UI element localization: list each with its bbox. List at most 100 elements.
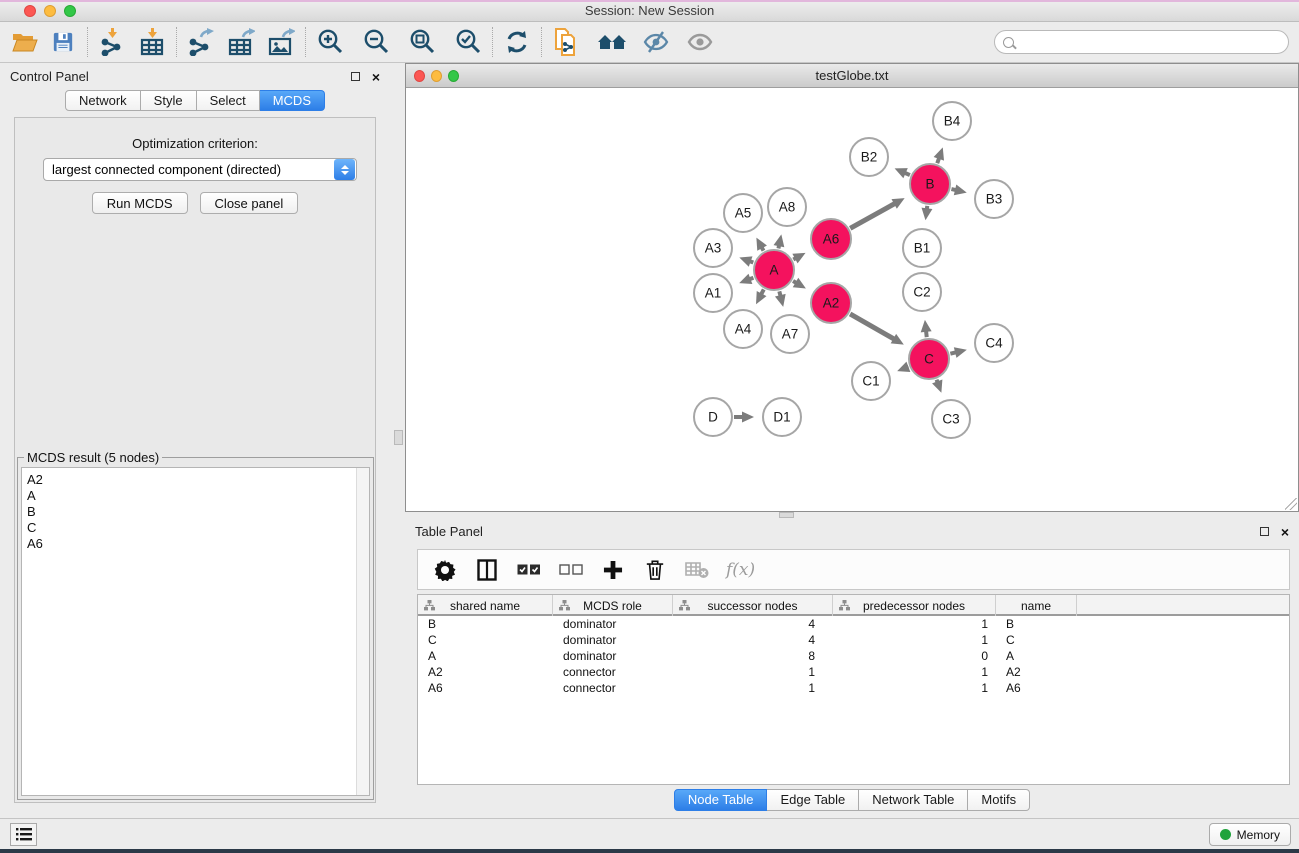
- graph-node-label: B2: [861, 150, 878, 165]
- tab-network[interactable]: Network: [65, 90, 141, 111]
- float-table-panel-icon[interactable]: [1260, 527, 1269, 536]
- graph-edge-A2-C[interactable]: [850, 314, 895, 340]
- export-network-icon[interactable]: [186, 27, 216, 57]
- import-network-icon[interactable]: [97, 27, 127, 57]
- task-history-button[interactable]: [10, 823, 37, 846]
- hierarchy-sort-icon: [424, 600, 435, 611]
- function-builder-icon[interactable]: f(x): [726, 560, 755, 580]
- net-minimize-button[interactable]: [431, 70, 442, 82]
- memory-button[interactable]: Memory: [1209, 823, 1291, 846]
- close-window-button[interactable]: [24, 5, 36, 17]
- tab-select[interactable]: Select: [197, 90, 260, 111]
- refresh-icon[interactable]: [502, 27, 532, 57]
- window-controls[interactable]: [24, 5, 76, 17]
- table-row[interactable]: Cdominator41C: [418, 632, 1289, 648]
- vertical-splitter-handle[interactable]: [394, 430, 403, 445]
- mcds-result-item[interactable]: A6: [27, 536, 369, 552]
- zoom-fit-icon[interactable]: [407, 27, 437, 57]
- home-icon[interactable]: [597, 27, 627, 57]
- table-cell: dominator: [553, 632, 673, 648]
- column-header-shared-name[interactable]: shared name: [418, 595, 553, 616]
- table-row[interactable]: Adominator80A: [418, 648, 1289, 664]
- node-table-body: Bdominator41BCdominator41CAdominator80AA…: [418, 616, 1289, 696]
- table-cell: 0: [833, 648, 996, 664]
- desktop-edge-top: [0, 0, 1299, 2]
- mcds-result-item[interactable]: A: [27, 488, 369, 504]
- tab-edge-table[interactable]: Edge Table: [767, 789, 859, 811]
- graph-node-label: A4: [735, 322, 752, 337]
- mcds-result-item[interactable]: A2: [27, 472, 369, 488]
- table-panel-tabs: Node Table Edge Table Network Table Moti…: [405, 789, 1299, 811]
- table-row[interactable]: Bdominator41B: [418, 616, 1289, 632]
- zoom-window-button[interactable]: [64, 5, 76, 17]
- network-canvas[interactable]: B4B2BB3A5A8A6A3B1AA1C2A2A4A7CC4C1C3DD1: [407, 89, 1297, 511]
- column-header-label: MCDS role: [583, 599, 642, 613]
- graph-edge-A6-B[interactable]: [850, 203, 896, 228]
- network-window-titlebar[interactable]: testGlobe.txt: [406, 64, 1298, 88]
- zoom-selected-icon[interactable]: [453, 27, 483, 57]
- tab-motifs[interactable]: Motifs: [968, 789, 1030, 811]
- duplicate-network-icon[interactable]: [551, 27, 581, 57]
- table-row[interactable]: A2connector11A2: [418, 664, 1289, 680]
- show-columns-icon[interactable]: [474, 557, 500, 583]
- criterion-select[interactable]: largest connected component (directed): [43, 158, 357, 181]
- close-panel-icon[interactable]: ×: [372, 72, 380, 82]
- add-column-icon[interactable]: [600, 557, 626, 583]
- export-image-icon[interactable]: [266, 27, 296, 57]
- mcds-result-item[interactable]: C: [27, 520, 369, 536]
- save-session-icon[interactable]: [48, 27, 78, 57]
- close-table-panel-icon[interactable]: ×: [1281, 527, 1289, 537]
- float-panel-icon[interactable]: [351, 72, 360, 81]
- control-panel-tabs: Network Style Select MCDS: [0, 90, 390, 111]
- deselect-all-rows-icon[interactable]: [558, 557, 584, 583]
- open-session-icon[interactable]: [10, 27, 40, 57]
- column-header-label: shared name: [450, 599, 520, 613]
- list-scrollbar[interactable]: [356, 468, 369, 795]
- import-table-icon[interactable]: [137, 27, 167, 57]
- column-header-MCDS-role[interactable]: MCDS role: [553, 595, 673, 616]
- delete-table-icon[interactable]: [684, 557, 710, 583]
- show-graphics-details-icon[interactable]: [685, 27, 715, 57]
- edge-arrowhead: [932, 380, 942, 393]
- table-cell: 4: [673, 632, 833, 648]
- mcds-result-item[interactable]: B: [27, 504, 369, 520]
- net-close-button[interactable]: [414, 70, 425, 82]
- tab-node-table[interactable]: Node Table: [674, 789, 768, 811]
- graph-node-label: B: [925, 177, 934, 192]
- table-cell: 1: [833, 680, 996, 696]
- minimize-window-button[interactable]: [44, 5, 56, 17]
- graph-node-label: A2: [823, 296, 840, 311]
- graph-node-label: C1: [862, 374, 879, 389]
- graph-node-label: A1: [705, 286, 722, 301]
- delete-column-icon[interactable]: [642, 557, 668, 583]
- select-stepper-icon[interactable]: [334, 159, 355, 180]
- run-mcds-button[interactable]: Run MCDS: [92, 192, 188, 214]
- session-title: Session: New Session: [0, 0, 1299, 22]
- column-header-successor-nodes[interactable]: successor nodes: [673, 595, 833, 616]
- table-row[interactable]: A6connector11A6: [418, 680, 1289, 696]
- status-bar: Memory: [0, 818, 1299, 849]
- close-panel-button[interactable]: Close panel: [200, 192, 299, 214]
- tab-style[interactable]: Style: [141, 90, 197, 111]
- export-table-icon[interactable]: [226, 27, 256, 57]
- search-field[interactable]: [994, 30, 1289, 54]
- zoom-in-icon[interactable]: [315, 27, 345, 57]
- select-all-rows-icon[interactable]: [516, 557, 542, 583]
- resize-grip-icon[interactable]: [1285, 498, 1297, 510]
- table-settings-gear-icon[interactable]: [432, 557, 458, 583]
- net-zoom-button[interactable]: [448, 70, 459, 82]
- node-table[interactable]: shared name MCDS role successor nodesprede…: [417, 594, 1290, 785]
- tab-mcds[interactable]: MCDS: [260, 90, 325, 111]
- hide-graphics-details-icon[interactable]: [641, 27, 671, 57]
- column-header-name[interactable]: name: [996, 595, 1077, 616]
- column-header-predecessor-nodes[interactable]: predecessor nodes: [833, 595, 996, 616]
- search-input[interactable]: [1014, 33, 1288, 51]
- mcds-result-list[interactable]: A2ABCA6: [21, 467, 370, 796]
- graph-node-label: A8: [779, 200, 796, 215]
- network-view-window: testGlobe.txt B4B2BB3A5A8A6A3B1AA1C2A2A4…: [405, 63, 1299, 512]
- zoom-out-icon[interactable]: [361, 27, 391, 57]
- tab-network-table[interactable]: Network Table: [859, 789, 968, 811]
- table-cell: B: [418, 616, 553, 632]
- table-toolbar: f(x): [417, 549, 1290, 590]
- edge-arrowhead: [897, 362, 910, 372]
